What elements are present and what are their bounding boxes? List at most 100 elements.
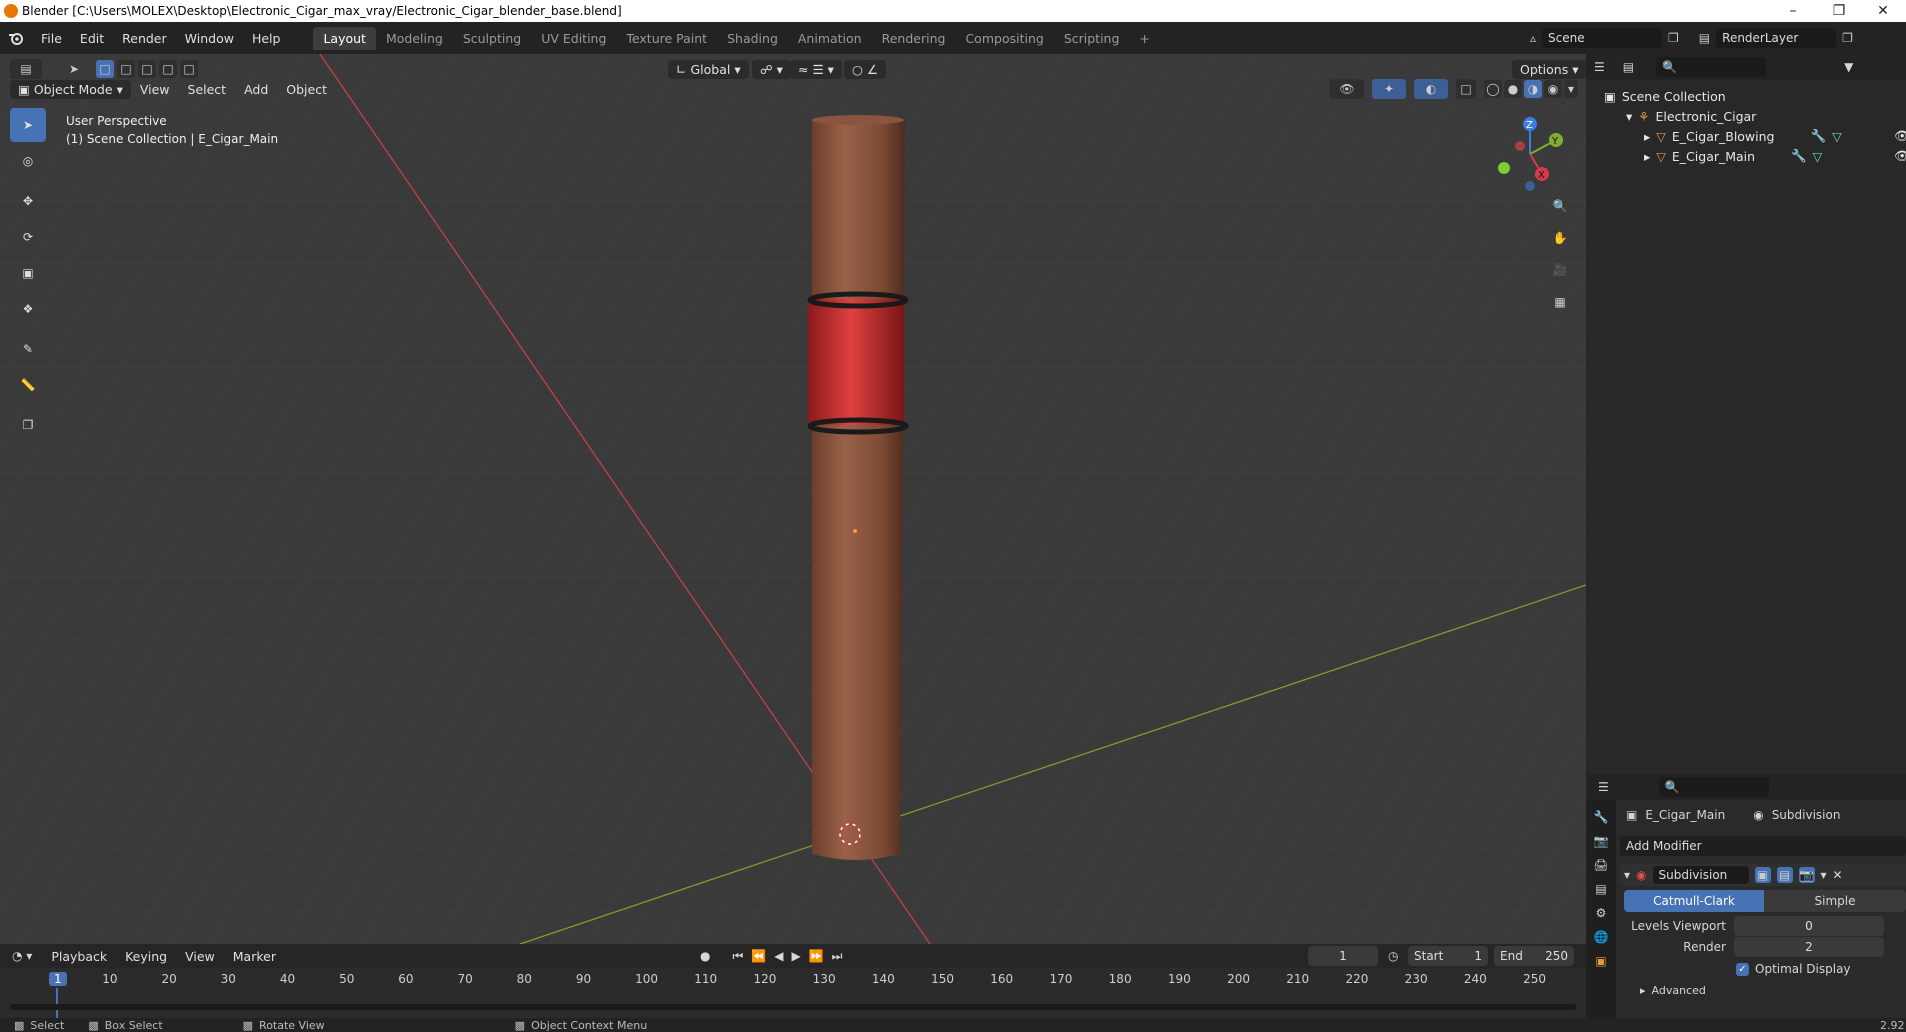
- maximize-button[interactable]: ❐: [1816, 0, 1862, 22]
- scene-field[interactable]: Scene: [1542, 28, 1663, 48]
- output-tab-icon[interactable]: 🖨: [1593, 858, 1608, 872]
- view-layer-tab-icon[interactable]: ▤: [1595, 882, 1606, 896]
- material-shading-icon[interactable]: ◑: [1524, 80, 1542, 98]
- play-reverse-icon[interactable]: ◀: [774, 949, 783, 963]
- tab-animation[interactable]: Animation: [788, 27, 872, 50]
- outliner-editor-icon[interactable]: ☰: [1594, 60, 1605, 74]
- levels-viewport-field[interactable]: 0: [1734, 916, 1884, 936]
- rotate-tool-icon[interactable]: ⟳: [10, 220, 46, 254]
- collapse-chevron-icon[interactable]: ▾: [1624, 868, 1630, 882]
- pan-hand-icon[interactable]: ✋: [1548, 226, 1572, 250]
- outliner-row-e-cigar-blowing[interactable]: ▸ ▽ E_Cigar_Blowing 🔧 ▽ 👁: [1586, 126, 1906, 146]
- outliner-row-electronic-cigar[interactable]: ▾ ⚘ Electronic_Cigar: [1586, 106, 1906, 126]
- mesh-data-icon[interactable]: ▽: [1832, 129, 1842, 144]
- tab-shading[interactable]: Shading: [717, 27, 788, 50]
- menu-render[interactable]: Render: [113, 31, 176, 46]
- timeline-menu-marker[interactable]: Marker: [224, 949, 285, 964]
- play-icon[interactable]: ▶: [791, 949, 800, 963]
- next-keyframe-icon[interactable]: ⏩: [809, 949, 824, 963]
- object-mode-dropdown[interactable]: ▣ Object Mode ▾: [10, 79, 131, 99]
- object-tab-icon[interactable]: ▣: [1595, 954, 1606, 968]
- wireframe-shading-icon[interactable]: ◯: [1484, 80, 1502, 98]
- minimize-button[interactable]: –: [1770, 0, 1816, 22]
- timeline-menu-playback[interactable]: Playback: [42, 949, 116, 964]
- expand-chevron-icon[interactable]: ▸: [1644, 149, 1650, 164]
- add-workspace-button[interactable]: +: [1129, 27, 1159, 50]
- modifier-name-input[interactable]: Subdivision: [1652, 866, 1749, 884]
- tool-tab-icon[interactable]: 🔧: [1594, 810, 1609, 824]
- edit-mode-toggle-icon[interactable]: ▣: [1754, 867, 1771, 883]
- tab-scripting[interactable]: Scripting: [1054, 27, 1130, 50]
- visibility-icon[interactable]: 👁: [1330, 79, 1364, 99]
- tab-layout[interactable]: Layout: [313, 26, 376, 50]
- add-cube-tool-icon[interactable]: ❐: [10, 408, 46, 442]
- scene-tab-icon[interactable]: ⚙: [1596, 906, 1607, 920]
- timeline-scrollbar[interactable]: [10, 1004, 1576, 1010]
- timeline-menu-keying[interactable]: Keying: [116, 949, 176, 964]
- advanced-panel-row[interactable]: ▸ Advanced: [1640, 984, 1706, 997]
- menu-edit[interactable]: Edit: [71, 31, 113, 46]
- close-button[interactable]: ✕: [1860, 0, 1906, 22]
- navigation-gizmo[interactable]: Z Y X: [1490, 114, 1570, 194]
- tab-compositing[interactable]: Compositing: [955, 27, 1053, 50]
- gizmo-toggle-icon[interactable]: ✦: [1372, 79, 1406, 99]
- mesh-data-icon[interactable]: ▽: [1813, 149, 1823, 164]
- select-tool-icon[interactable]: ➤: [10, 108, 46, 142]
- modifier-wrench-icon[interactable]: 🔧: [1791, 148, 1807, 164]
- expand-chevron-icon[interactable]: ▸: [1644, 129, 1650, 144]
- ortho-grid-icon[interactable]: ▦: [1548, 290, 1572, 314]
- solid-shading-icon[interactable]: ●: [1504, 80, 1522, 98]
- eye-icon[interactable]: 👁: [1894, 148, 1906, 164]
- expand-chevron-icon[interactable]: ▾: [1626, 109, 1632, 124]
- 3d-viewport[interactable]: ▤ ➤ □ □ □ □ □ ∟ Global ▾ ☍ ▾ ≈ ☰ ▾ ○ ∠ O…: [0, 54, 1586, 944]
- tab-modeling[interactable]: Modeling: [376, 27, 453, 50]
- new-layer-icon[interactable]: ❐: [1842, 31, 1853, 45]
- shading-options-chevron-icon[interactable]: ▾: [1564, 80, 1578, 98]
- layer-icon[interactable]: ▤: [1699, 31, 1710, 45]
- timeline-editor-icon[interactable]: ◔ ▾: [12, 949, 32, 963]
- eye-icon[interactable]: 👁: [1894, 128, 1906, 144]
- rendered-shading-icon[interactable]: ◉: [1544, 80, 1562, 98]
- modifier-wrench-icon[interactable]: 🔧: [1811, 128, 1827, 144]
- tab-rendering[interactable]: Rendering: [872, 27, 956, 50]
- menu-help[interactable]: Help: [243, 31, 290, 46]
- new-scene-icon[interactable]: ❐: [1668, 31, 1679, 45]
- filter-icon[interactable]: ▼: [1844, 60, 1853, 74]
- tab-sculpting[interactable]: Sculpting: [453, 27, 531, 50]
- remove-modifier-icon[interactable]: ✕: [1833, 868, 1843, 882]
- jump-end-icon[interactable]: ⏭: [832, 949, 843, 964]
- playhead-line[interactable]: [56, 988, 58, 1018]
- cursor-tool-icon[interactable]: ◎: [10, 144, 46, 178]
- blender-menu-icon[interactable]: [0, 30, 32, 46]
- add-modifier-dropdown[interactable]: Add Modifier: [1620, 836, 1906, 856]
- render-tab-icon[interactable]: 📷: [1594, 834, 1609, 848]
- modifier-menu-chevron-icon[interactable]: ▾: [1821, 868, 1827, 882]
- optimal-display-checkbox[interactable]: ✓: [1736, 962, 1749, 976]
- xray-toggle-icon[interactable]: □: [1456, 79, 1476, 99]
- frame-ruler[interactable]: 1 10 20 30 40 50 60 70 80 90 100 110 120 130 140 150 160…: [0, 968, 1586, 1018]
- viewport-menu-add[interactable]: Add: [235, 82, 277, 97]
- render-toggle-icon[interactable]: 📷: [1798, 867, 1815, 883]
- viewport-toggle-icon[interactable]: ▤: [1776, 867, 1793, 883]
- camera-view-icon[interactable]: 🎥: [1548, 258, 1572, 282]
- properties-search-input[interactable]: 🔍: [1658, 777, 1769, 797]
- outliner-row-scene-collection[interactable]: ▣ Scene Collection: [1586, 86, 1906, 106]
- transform-tool-icon[interactable]: ❖: [10, 292, 46, 326]
- move-tool-icon[interactable]: ✥: [10, 184, 46, 218]
- simple-button[interactable]: Simple: [1764, 890, 1906, 912]
- render-levels-field[interactable]: 2: [1734, 937, 1884, 957]
- properties-editor-icon[interactable]: ☰: [1598, 780, 1609, 794]
- outliner-row-e-cigar-main[interactable]: ▸ ▽ E_Cigar_Main 🔧 ▽ 👁: [1586, 146, 1906, 166]
- annotate-tool-icon[interactable]: ✎: [10, 332, 46, 366]
- end-frame-field[interactable]: End 250: [1494, 946, 1574, 966]
- menu-window[interactable]: Window: [176, 31, 243, 46]
- view-layer-field[interactable]: RenderLayer: [1716, 28, 1837, 48]
- prev-keyframe-icon[interactable]: ⏪: [751, 949, 766, 963]
- timeline-menu-view[interactable]: View: [176, 949, 224, 964]
- catmull-clark-button[interactable]: Catmull-Clark: [1624, 890, 1764, 912]
- current-frame-field[interactable]: 1: [1308, 946, 1378, 966]
- overlay-toggle-icon[interactable]: ◐: [1414, 79, 1448, 99]
- viewport-menu-object[interactable]: Object: [277, 82, 336, 97]
- record-icon[interactable]: ●: [700, 949, 710, 963]
- jump-start-icon[interactable]: ⏮: [732, 949, 743, 964]
